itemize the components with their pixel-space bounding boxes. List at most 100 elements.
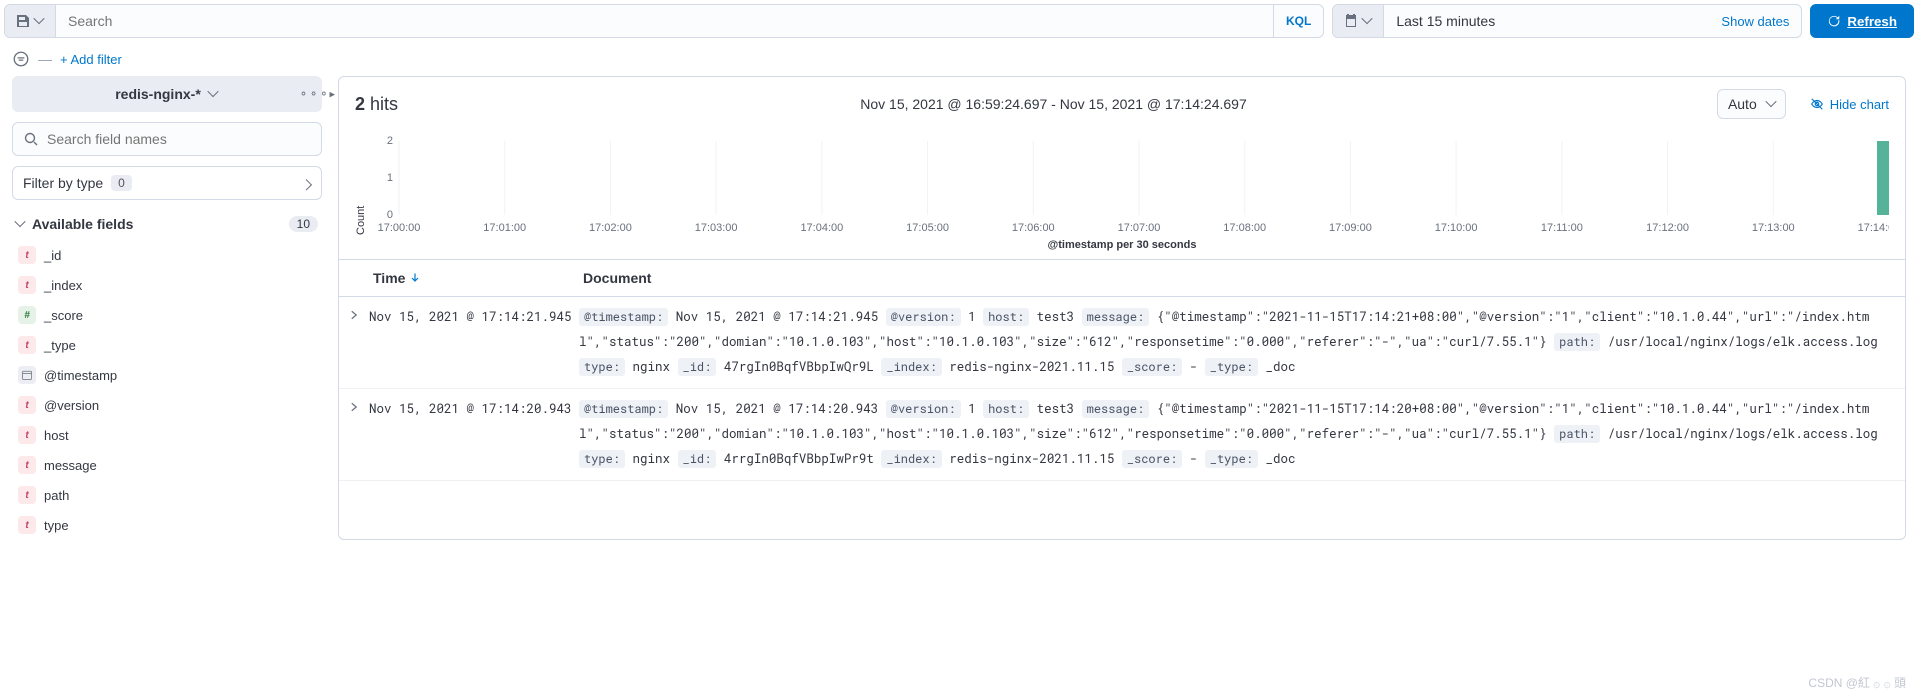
field-item-timestamp[interactable]: @timestamp — [12, 360, 322, 390]
interval-value: Auto — [1728, 96, 1757, 112]
svg-text:17:07:00: 17:07:00 — [1118, 222, 1161, 234]
field-type-icon: t — [18, 486, 36, 504]
svg-text:17:06:00: 17:06:00 — [1012, 222, 1055, 234]
field-item-type[interactable]: ttype — [12, 510, 322, 540]
svg-text:17:11:00: 17:11:00 — [1541, 222, 1583, 234]
chart-bar[interactable] — [1877, 141, 1889, 215]
index-pattern-selector[interactable]: redis-nginx-* ⚬⚬⚬▸ — [12, 76, 322, 112]
field-item-type[interactable]: t _type — [12, 330, 322, 360]
chevron-down-icon — [1363, 16, 1373, 26]
field-type-icon: t — [18, 276, 36, 294]
svg-text:17:05:00: 17:05:00 — [906, 222, 949, 234]
expand-row-button[interactable] — [339, 397, 369, 472]
svg-text:17:00:00: 17:00:00 — [378, 222, 421, 234]
filter-by-type[interactable]: Filter by type 0 — [12, 166, 322, 200]
svg-text:17:01:00: 17:01:00 — [483, 222, 526, 234]
results-panel: 2 hits Nov 15, 2021 @ 16:59:24.697 - Nov… — [338, 76, 1906, 540]
filter-by-type-count: 0 — [111, 175, 132, 191]
svg-text:17:04:00: 17:04:00 — [800, 222, 843, 234]
search-input[interactable] — [56, 5, 1273, 37]
field-type-icon: t — [18, 246, 36, 264]
calendar-icon — [1343, 13, 1359, 29]
available-fields-header[interactable]: Available fields 10 — [12, 208, 322, 240]
row-time: Nov 15, 2021 @ 17:14:20.943 — [369, 397, 579, 472]
svg-text:1: 1 — [387, 172, 393, 184]
available-fields-count: 10 — [289, 216, 318, 232]
add-filter-button[interactable]: + Add filter — [60, 52, 122, 67]
time-column-header[interactable]: Time — [369, 260, 579, 296]
filter-by-type-label: Filter by type — [23, 175, 103, 191]
field-type-icon — [18, 366, 36, 384]
svg-text:2: 2 — [387, 135, 393, 147]
expand-row-button[interactable] — [339, 305, 369, 380]
chart-x-axis-label: @timestamp per 30 seconds — [355, 235, 1889, 251]
field-type-icon: t — [18, 456, 36, 474]
svg-text:17:09:00: 17:09:00 — [1329, 222, 1372, 234]
svg-text:17:14:00: 17:14:00 — [1858, 222, 1889, 234]
field-item-message[interactable]: t message — [12, 450, 322, 480]
index-pattern-options-icon[interactable]: ⚬⚬⚬▸ — [299, 88, 336, 101]
available-fields-label: Available fields — [32, 216, 283, 232]
interval-select[interactable]: Auto — [1717, 89, 1786, 119]
date-picker-group: Last 15 minutes Show dates — [1332, 4, 1802, 38]
field-name: @version — [44, 398, 99, 413]
saved-query-menu[interactable] — [5, 5, 56, 37]
fields-sidebar: redis-nginx-* ⚬⚬⚬▸ Filter by type 0 Avai… — [12, 76, 322, 540]
field-search — [12, 122, 322, 156]
histogram-chart: Count 0 1 2 17:00:00 17:01:00 17:02:00 17:03:0… — [339, 131, 1905, 259]
svg-text:17:08:00: 17:08:00 — [1223, 222, 1266, 234]
field-type-icon: t — [18, 516, 36, 534]
field-type-icon: t — [18, 396, 36, 414]
svg-text:0: 0 — [387, 209, 393, 221]
field-name: host — [44, 428, 69, 443]
field-name: message — [44, 458, 97, 473]
filter-icon[interactable] — [12, 50, 30, 68]
field-name: path — [44, 488, 69, 503]
hide-chart-label: Hide chart — [1830, 97, 1889, 112]
refresh-icon — [1827, 14, 1841, 28]
disk-icon — [15, 13, 31, 29]
row-document: @timestamp: Nov 15, 2021 @ 17:14:20.943 … — [579, 397, 1905, 472]
chart-svg[interactable]: 0 1 2 17:00:00 17:01:00 17:02:00 17:03:00 17:04… — [371, 135, 1889, 235]
field-item-id[interactable]: t _id — [12, 240, 322, 270]
row-document: @timestamp: Nov 15, 2021 @ 17:14:21.945 … — [579, 305, 1905, 380]
table-row: Nov 15, 2021 @ 17:14:21.945 @timestamp: … — [339, 297, 1905, 389]
svg-text:17:12:00: 17:12:00 — [1646, 222, 1689, 234]
chevron-down-icon — [209, 89, 219, 99]
svg-text:17:10:00: 17:10:00 — [1435, 222, 1478, 234]
field-item-path[interactable]: tpath — [12, 480, 322, 510]
field-name: @timestamp — [44, 368, 117, 383]
chevron-down-icon — [16, 219, 26, 229]
field-name: type — [44, 518, 69, 533]
field-item-version[interactable]: t @version — [12, 390, 322, 420]
chart-y-axis-label: Count — [355, 135, 367, 235]
field-name: _id — [44, 248, 61, 263]
eye-off-icon — [1810, 97, 1824, 111]
show-dates-link[interactable]: Show dates — [1709, 5, 1801, 37]
field-type-icon: t — [18, 336, 36, 354]
date-range-text[interactable]: Last 15 minutes — [1384, 5, 1709, 37]
svg-text:17:13:00: 17:13:00 — [1752, 222, 1795, 234]
field-name: _score — [44, 308, 83, 323]
field-type-icon: # — [18, 306, 36, 324]
svg-text:17:02:00: 17:02:00 — [589, 222, 632, 234]
field-item-score[interactable]: # _score — [12, 300, 322, 330]
svg-text:17:03:00: 17:03:00 — [695, 222, 738, 234]
kql-toggle[interactable]: KQL — [1273, 5, 1323, 37]
field-item-host[interactable]: thost — [12, 420, 322, 450]
documents-table-header: Time Document — [339, 259, 1905, 297]
date-picker-toggle[interactable] — [1333, 5, 1384, 37]
search-bar: KQL — [4, 4, 1324, 38]
document-column-header[interactable]: Document — [579, 260, 1905, 296]
refresh-label: Refresh — [1847, 14, 1897, 29]
field-name: _index — [44, 278, 82, 293]
chevron-down-icon — [1767, 99, 1777, 109]
refresh-button[interactable]: Refresh — [1810, 4, 1914, 38]
hit-count: 2 hits — [355, 94, 398, 115]
hide-chart-button[interactable]: Hide chart — [1810, 97, 1889, 112]
field-search-input[interactable] — [47, 131, 311, 147]
field-name: _type — [44, 338, 76, 353]
field-item-index[interactable]: t _index — [12, 270, 322, 300]
chevron-down-icon — [301, 178, 311, 188]
field-type-icon: t — [18, 426, 36, 444]
